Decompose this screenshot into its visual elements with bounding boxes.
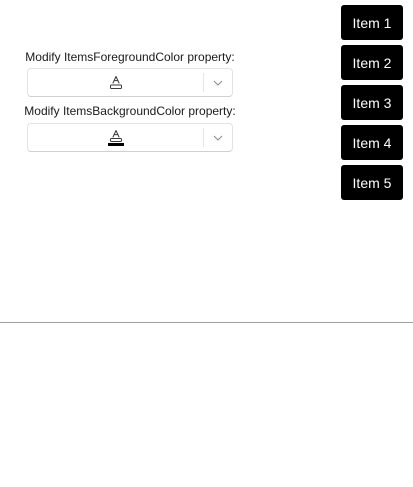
font-color-icon xyxy=(107,129,124,146)
items-list: Item 1 Item 2 Item 3 Item 4 Item 5 xyxy=(341,5,403,205)
demo-panel: Modify ItemsForegroundColor property: Mo… xyxy=(0,0,413,322)
background-color-picker[interactable] xyxy=(27,123,233,152)
list-item[interactable]: Item 3 xyxy=(341,85,403,120)
list-item[interactable]: Item 2 xyxy=(341,45,403,80)
list-item[interactable]: Item 1 xyxy=(341,5,403,40)
font-color-icon xyxy=(109,75,122,89)
foreground-color-picker[interactable] xyxy=(27,68,233,97)
background-color-button[interactable] xyxy=(28,124,203,151)
chevron-down-icon xyxy=(213,80,223,86)
background-dropdown-button[interactable] xyxy=(204,124,232,151)
foreground-color-label: Modify ItemsForegroundColor property: xyxy=(25,50,235,64)
color-swatch-bar xyxy=(107,142,124,146)
chevron-down-icon xyxy=(213,135,223,141)
background-color-label: Modify ItemsBackgroundColor property: xyxy=(24,104,236,118)
list-item[interactable]: Item 4 xyxy=(341,125,403,160)
foreground-dropdown-button[interactable] xyxy=(204,69,232,96)
foreground-color-button[interactable] xyxy=(28,69,203,96)
list-item[interactable]: Item 5 xyxy=(341,165,403,200)
horizontal-divider xyxy=(0,322,413,323)
